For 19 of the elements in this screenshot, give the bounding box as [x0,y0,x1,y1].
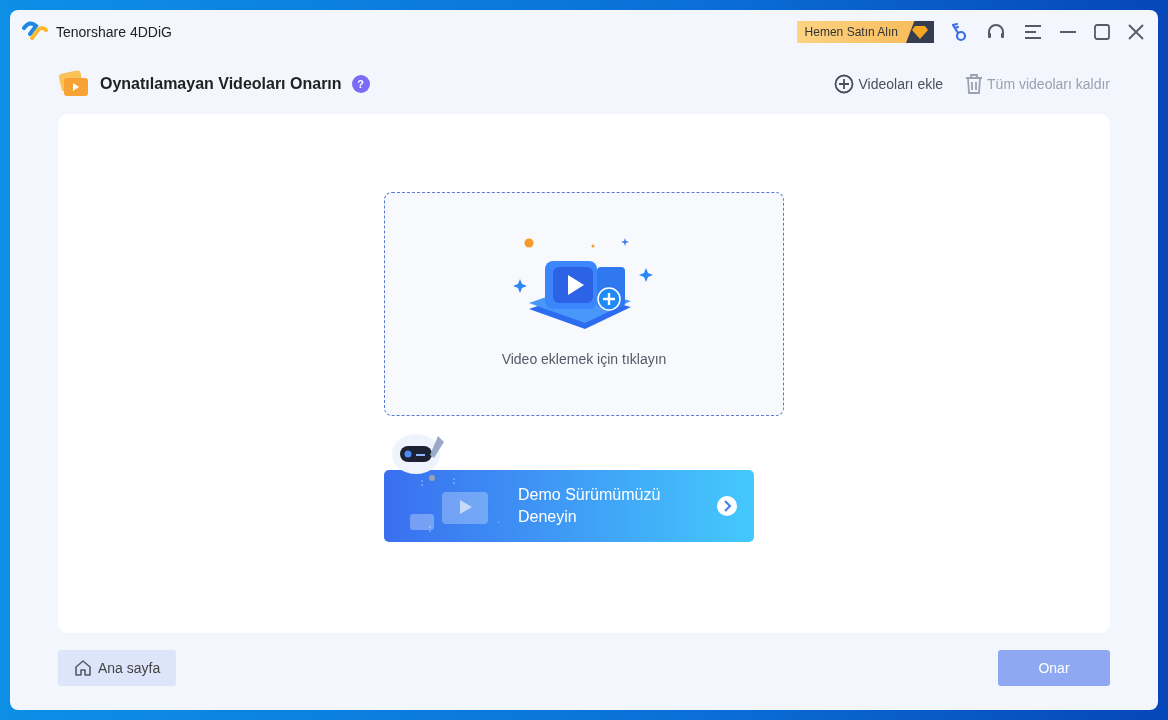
chevron-right-icon [716,495,738,517]
drop-zone-hint: Video eklemek için tıklayın [501,351,667,367]
buy-now-button[interactable]: Hemen Satın Alın [796,21,934,43]
diamond-icon [912,25,928,39]
menu-icon[interactable] [1024,24,1042,40]
video-folder-icon [58,70,90,98]
key-icon[interactable] [950,22,968,42]
page-title: Oynatılamayan Videoları Onarın [100,75,342,93]
video-drop-zone[interactable]: Video eklemek için tıklayın [384,192,784,416]
close-icon[interactable] [1128,24,1144,40]
home-button[interactable]: Ana sayfa [58,650,177,686]
window-title: Tenorshare 4DDiG [56,24,172,40]
trash-icon [965,74,984,94]
add-videos-button[interactable]: Videoları ekle [834,74,944,94]
headset-icon[interactable] [986,23,1006,41]
help-badge[interactable]: ? [351,75,370,93]
home-icon [74,659,92,677]
maximize-icon[interactable] [1094,24,1110,40]
plus-circle-icon [834,74,855,94]
